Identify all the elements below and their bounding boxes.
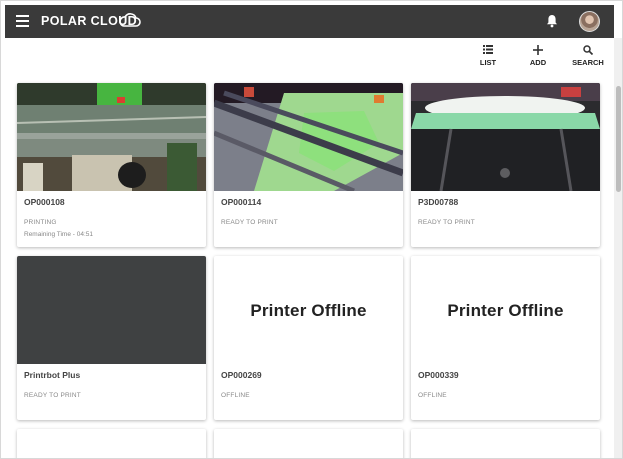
plus-icon xyxy=(533,44,543,55)
remaining-time: Remaining Time - 04:51 xyxy=(24,231,94,238)
cloud-icon xyxy=(119,13,141,27)
printer-camera-image xyxy=(411,83,600,191)
printer-name: Printrbot Plus xyxy=(24,370,81,380)
printer-status: READY TO PRINT xyxy=(221,219,278,226)
printer-offline-placeholder: Printer Offline xyxy=(411,256,600,364)
printer-name: OP000269 xyxy=(221,370,262,380)
offline-text: Printer Offline xyxy=(447,301,564,320)
printer-status: OFFLINE xyxy=(221,392,250,399)
printer-name: OP000339 xyxy=(418,370,459,380)
top-app-bar: POLAR CLOUD xyxy=(5,5,614,38)
printer-camera-image xyxy=(214,83,403,191)
list-label: LIST xyxy=(479,58,497,67)
printer-card[interactable] xyxy=(17,429,206,458)
printer-offline-placeholder: Printer Offline xyxy=(214,256,403,364)
printer-card[interactable]: OP000108 PRINTING Remaining Time - 04:51 xyxy=(17,83,206,247)
app-frame: POLAR CLOUD LIST ADD SEARCH OP000108 PRI… xyxy=(0,0,623,459)
printer-card[interactable]: Printrbot Plus READY TO PRINT xyxy=(17,256,206,420)
add-printer-button[interactable]: ADD xyxy=(518,43,558,67)
vertical-scrollbar[interactable] xyxy=(614,38,622,458)
printer-status: PRINTING xyxy=(24,219,57,226)
list-view-button[interactable]: LIST xyxy=(468,43,508,67)
printer-card[interactable] xyxy=(214,429,403,458)
printer-name: P3D00788 xyxy=(418,197,459,207)
search-label: SEARCH xyxy=(572,58,604,67)
bell-icon[interactable] xyxy=(546,14,558,28)
printer-card[interactable]: OP000114 READY TO PRINT xyxy=(214,83,403,247)
printer-status: OFFLINE xyxy=(418,392,447,399)
printer-camera-image xyxy=(17,256,206,364)
printer-card[interactable]: P3D00788 READY TO PRINT xyxy=(411,83,600,247)
user-avatar[interactable] xyxy=(579,11,600,32)
printer-card[interactable]: Printer Offline OP000339 OFFLINE xyxy=(411,256,600,420)
search-icon xyxy=(583,44,593,55)
offline-text: Printer Offline xyxy=(250,301,367,320)
printer-name: OP000108 xyxy=(24,197,65,207)
list-icon xyxy=(483,45,493,54)
printer-camera-image xyxy=(17,83,206,191)
printer-status: READY TO PRINT xyxy=(418,219,475,226)
printer-card[interactable]: Printer Offline OP000269 OFFLINE xyxy=(214,256,403,420)
hamburger-menu-icon[interactable] xyxy=(16,15,29,27)
printer-card[interactable] xyxy=(411,429,600,458)
search-button[interactable]: SEARCH xyxy=(568,43,608,67)
printer-name: OP000114 xyxy=(221,197,262,207)
add-label: ADD xyxy=(529,58,547,67)
printer-status: READY TO PRINT xyxy=(24,392,81,399)
scrollbar-thumb[interactable] xyxy=(616,86,621,192)
